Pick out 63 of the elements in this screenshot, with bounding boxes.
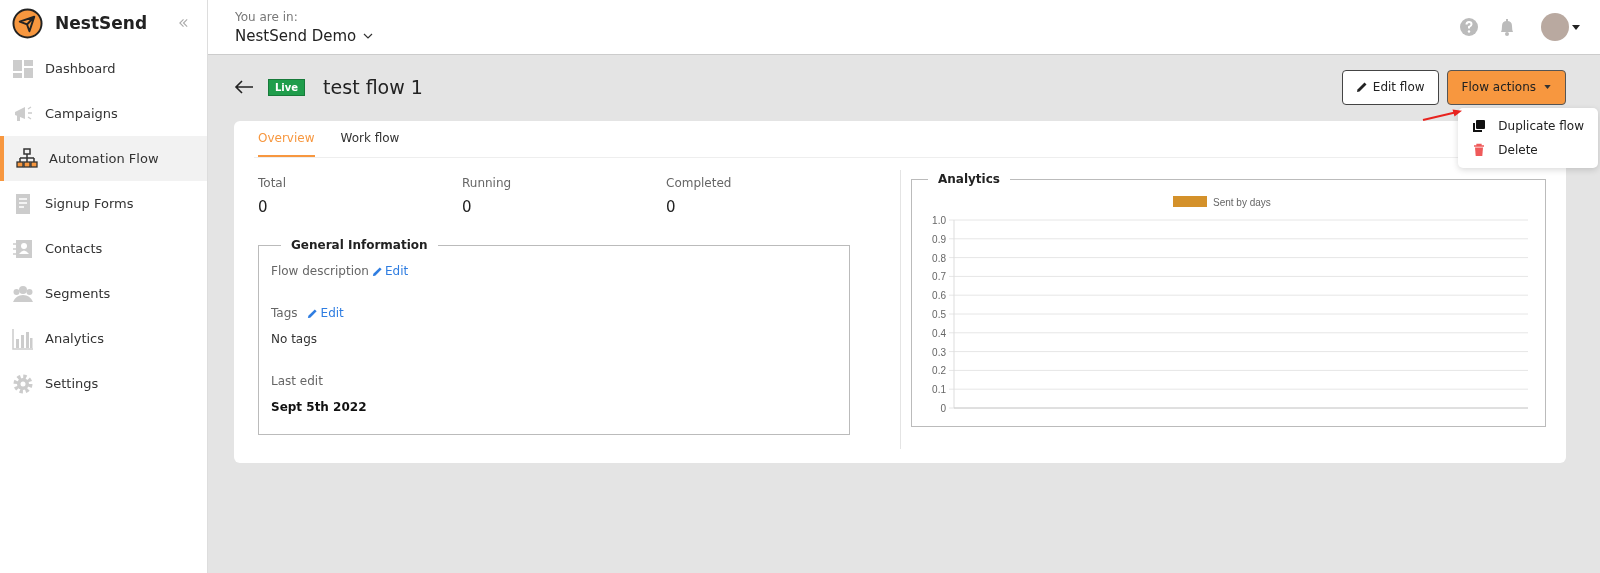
hierarchy-icon [16,147,38,170]
sidebar-item[interactable]: Segments [0,271,207,316]
caret-icon[interactable] [1572,24,1580,30]
field-value: No tags [271,332,319,346]
stat-label: Running [462,176,513,190]
panel-title: Analytics [937,172,1001,186]
workspace-selector[interactable]: NestSend Demo [235,26,374,45]
axis-tick-label: 0.8 [932,252,946,264]
flow-actions-button[interactable]: Flow actions [1446,69,1566,105]
trash-icon [1472,143,1487,157]
sidebar-item[interactable]: Contacts [0,226,207,271]
copy-icon [1472,119,1487,133]
bar-chart-icon [12,327,34,350]
pencil-icon [1355,81,1368,93]
sidebar-item[interactable]: Analytics [0,316,207,361]
sidebar-item[interactable]: Automation Flow [0,136,207,181]
field-value: Sept 5th 2022 [271,400,368,414]
panel-title: General Information [290,238,429,252]
legend-label: Sent by days [1213,197,1271,208]
chevron-down-icon [363,32,374,39]
axis-tick-label: 0.6 [932,290,946,302]
pointer-arrow [1422,109,1462,121]
axis-tick-label: 0 [940,403,946,414]
field-label: Flow description [271,264,369,278]
edit-link[interactable]: Edit [371,264,409,278]
contact-card-icon [12,237,34,260]
axis-tick-label: 0.7 [932,271,946,283]
edit-flow-button[interactable]: Edit flow [1341,69,1439,105]
help-icon[interactable] [1459,17,1479,37]
field-label: Last edit [271,374,324,388]
stat-value: 0 [666,198,677,216]
pencil-icon [371,265,383,277]
axis-tick-label: 1.0 [932,215,946,226]
stat-value: 0 [258,198,269,216]
tab[interactable]: Work flow [340,121,400,157]
axis-tick-label: 0.5 [932,309,946,320]
axis-tick-label: 0.2 [932,365,946,377]
menu-item[interactable]: Duplicate flow [1458,114,1598,138]
caret-icon [1544,85,1551,89]
settings-icon [12,372,34,395]
axis-tick-label: 0.4 [932,327,946,339]
context-label: You are in: [235,9,299,24]
axis-tick-label: 0.3 [932,346,946,358]
stat-label: Completed [666,176,733,190]
sidebar-item[interactable]: Campaigns [0,91,207,136]
page-title: test flow 1 [323,76,423,98]
sidebar-item[interactable]: Dashboard [0,46,207,91]
field-label: Tags [271,306,298,320]
stat-label: Total [258,176,288,190]
pencil-icon [306,307,318,319]
brand-name: NestSend [55,13,148,33]
axis-tick-label: 0.1 [932,384,946,396]
stat-value: 0 [462,198,473,216]
collapse-icon[interactable] [178,18,189,28]
paper-plane-logo-icon [12,7,43,39]
status-badge: Live [268,78,306,96]
axis-tick-label: 0.9 [932,233,946,245]
sidebar-item[interactable]: Settings [0,361,207,406]
back-arrow-icon[interactable] [234,80,254,94]
sidebar-item[interactable]: Signup Forms [0,181,207,226]
edit-link[interactable]: Edit [306,306,344,320]
menu-item[interactable]: Delete [1458,138,1598,162]
dashboard-icon [12,57,34,80]
